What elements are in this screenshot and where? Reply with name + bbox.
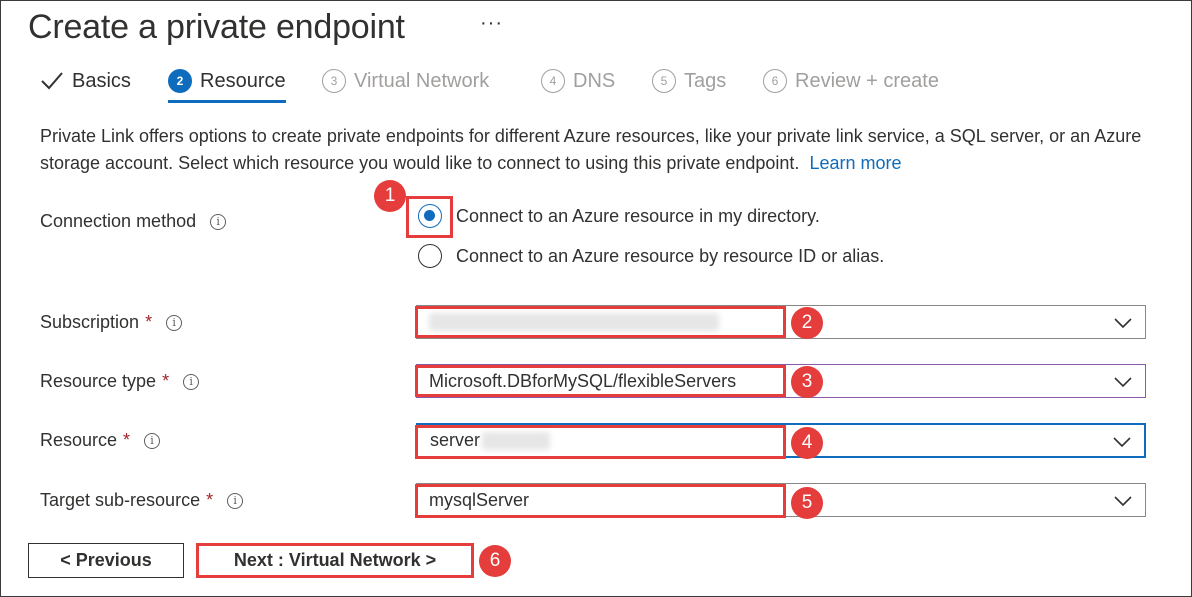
tab-label: Basics (72, 69, 131, 92)
info-icon[interactable]: i (166, 314, 183, 331)
tab-basics[interactable]: Basics (40, 62, 131, 100)
tab-label: Resource (200, 69, 286, 92)
annotation-badge-3: 3 (791, 366, 823, 398)
required-mark: * (162, 371, 170, 391)
step-number: 4 (541, 69, 565, 93)
checkmark-icon (40, 70, 63, 92)
page-title: Create a private endpoint (28, 8, 405, 46)
annotation-highlight-2 (415, 306, 786, 338)
description-text: Private Link offers options to create pr… (40, 126, 1142, 173)
target-sub-resource-label: Target sub-resource * i (40, 490, 244, 511)
annotation-highlight-5 (415, 484, 786, 518)
annotation-badge-2: 2 (791, 307, 823, 339)
step-number: 5 (652, 69, 676, 93)
radio-option-resource-id[interactable]: Connect to an Azure resource by resource… (418, 244, 884, 268)
tab-label: DNS (573, 69, 616, 92)
description: Private Link offers options to create pr… (40, 123, 1160, 177)
more-options-button[interactable]: ··· (480, 12, 503, 35)
field-label: Resource (40, 430, 118, 450)
resource-label: Resource * i (40, 430, 161, 451)
info-icon[interactable]: i (183, 373, 200, 390)
step-number: 6 (763, 69, 787, 93)
tab-virtual-network[interactable]: 3 Virtual Network (322, 62, 489, 100)
radio-button[interactable] (418, 244, 442, 268)
learn-more-link[interactable]: Learn more (809, 153, 901, 173)
field-label: Target sub-resource (40, 490, 201, 510)
annotation-highlight-6 (196, 543, 474, 578)
tab-label: Virtual Network (354, 69, 490, 92)
subscription-label: Subscription * i (40, 312, 183, 333)
annotation-highlight-3 (415, 365, 786, 397)
wizard-tabs: Basics 2 Resource 3 Virtual Network 4 DN… (40, 62, 1040, 103)
tab-dns[interactable]: 4 DNS (541, 62, 615, 100)
resource-type-label: Resource type * i (40, 371, 200, 392)
chevron-down-icon (1114, 318, 1132, 329)
radio-option-directory[interactable]: Connect to an Azure resource in my direc… (418, 204, 820, 228)
tab-review-create[interactable]: 6 Review + create (763, 62, 939, 100)
tab-resource[interactable]: 2 Resource (168, 62, 286, 103)
chevron-down-icon (1113, 437, 1131, 448)
tab-tags[interactable]: 5 Tags (652, 62, 726, 100)
annotation-badge-6: 6 (479, 545, 511, 577)
info-icon[interactable]: i (210, 213, 227, 230)
step-number: 3 (322, 69, 346, 93)
info-icon[interactable]: i (144, 432, 161, 449)
info-icon[interactable]: i (227, 492, 244, 509)
tab-label: Tags (684, 69, 727, 92)
radio-label: Connect to an Azure resource in my direc… (456, 205, 820, 226)
tab-label: Review + create (795, 69, 939, 92)
required-mark: * (206, 490, 214, 510)
step-number: 2 (168, 69, 192, 93)
chevron-down-icon (1114, 496, 1132, 507)
annotation-badge-5: 5 (791, 487, 823, 519)
field-label: Subscription (40, 312, 140, 332)
required-mark: * (123, 430, 131, 450)
annotation-highlight-4 (415, 425, 786, 459)
previous-button[interactable]: < Previous (28, 543, 184, 578)
annotation-highlight-1 (406, 196, 453, 238)
radio-label: Connect to an Azure resource by resource… (456, 245, 885, 266)
field-label: Connection method (40, 211, 197, 231)
chevron-down-icon (1114, 377, 1132, 388)
annotation-badge-1: 1 (374, 180, 406, 212)
annotation-badge-4: 4 (791, 427, 823, 459)
required-mark: * (145, 312, 153, 332)
connection-method-label: Connection method i (40, 211, 227, 232)
field-label: Resource type (40, 371, 157, 391)
